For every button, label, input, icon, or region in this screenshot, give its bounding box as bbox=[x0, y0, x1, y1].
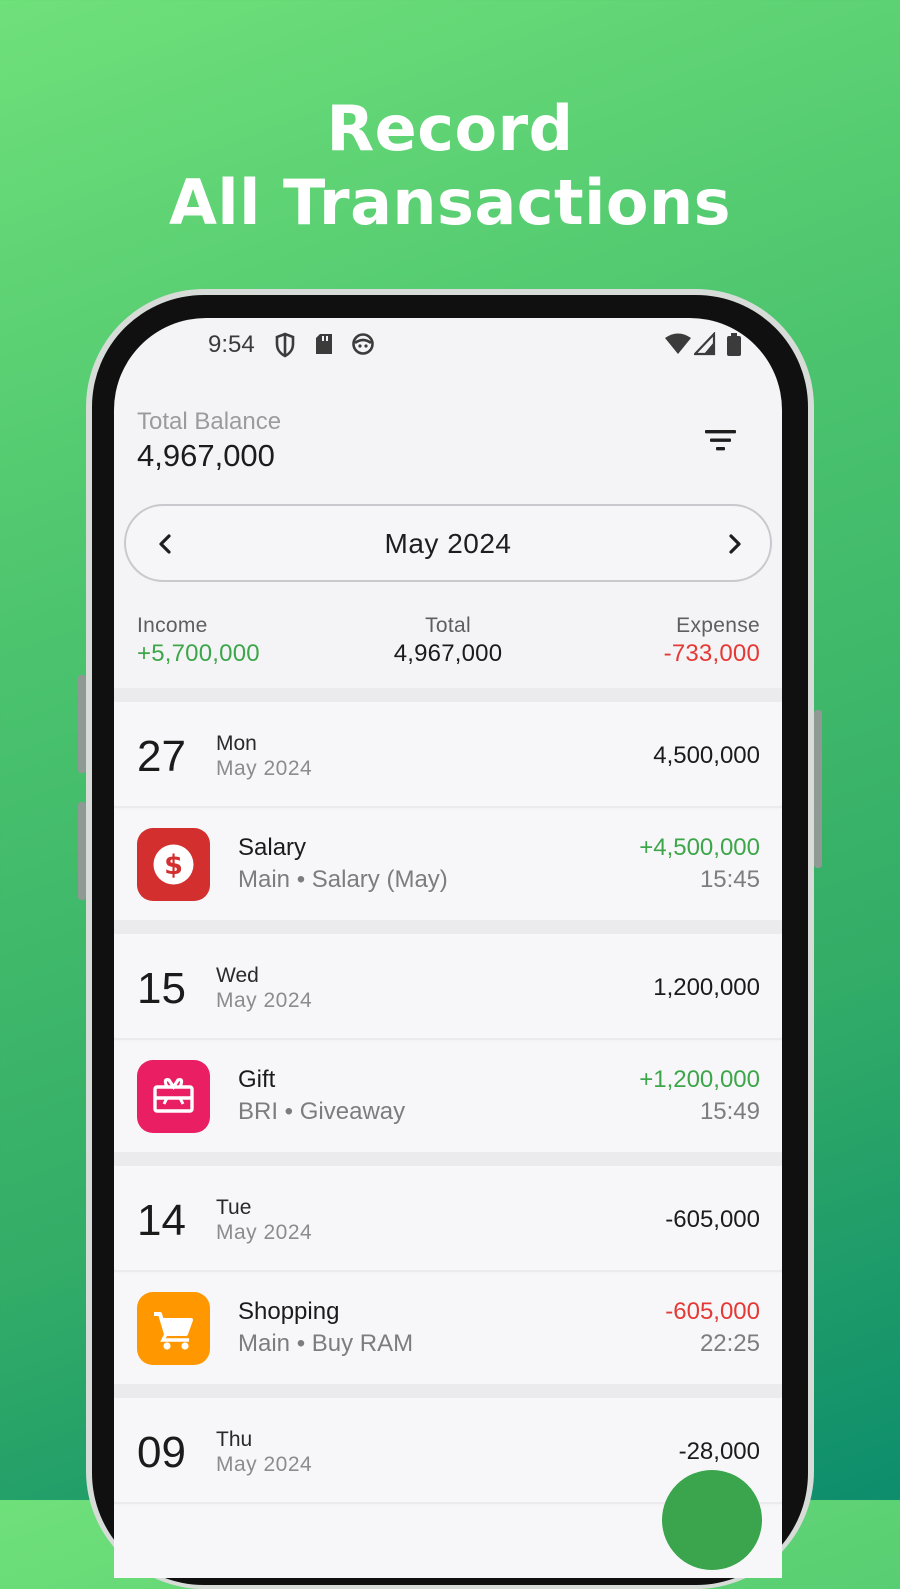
expense-value: -733,000 bbox=[663, 640, 760, 667]
section-divider bbox=[114, 688, 782, 702]
phone-volume-up-button bbox=[78, 675, 86, 773]
status-time: 9:54 bbox=[208, 331, 255, 358]
section-divider bbox=[114, 1152, 782, 1166]
day-number: 27 bbox=[137, 732, 186, 781]
headline-line-1: Record bbox=[326, 92, 574, 165]
transaction-amount: +1,200,000 bbox=[639, 1066, 760, 1093]
transaction-row-shopping[interactable]: Shopping Main • Buy RAM -605,000 22:25 bbox=[114, 1274, 782, 1384]
monthly-summary: Income +5,700,000 Total 4,967,000 Expens… bbox=[114, 614, 782, 688]
total-balance-value: 4,967,000 bbox=[137, 438, 275, 473]
filter-icon bbox=[698, 430, 744, 464]
day-month: May 2024 bbox=[216, 757, 313, 780]
day-total: -605,000 bbox=[665, 1206, 760, 1233]
transaction-time: 15:49 bbox=[699, 1098, 760, 1125]
transaction-subtitle: Main • Buy RAM bbox=[238, 1330, 414, 1357]
day-weekday: Tue bbox=[216, 1196, 252, 1219]
day-header: 15 Wed May 2024 1,200,000 bbox=[114, 934, 782, 1040]
day-month: May 2024 bbox=[216, 989, 313, 1012]
headline: Record All Transactions bbox=[0, 92, 900, 240]
next-month-button[interactable] bbox=[716, 526, 752, 562]
transaction-title: Shopping bbox=[238, 1298, 340, 1325]
status-bar: 9:54 bbox=[114, 318, 782, 374]
phone-power-button bbox=[814, 710, 822, 868]
day-weekday: Thu bbox=[216, 1428, 253, 1451]
day-total: -28,000 bbox=[678, 1438, 760, 1465]
transaction-row-salary[interactable]: $ Salary Main • Salary (May) +4,500,000 … bbox=[114, 810, 782, 920]
transaction-amount: -605,000 bbox=[665, 1298, 760, 1325]
gift-category-icon bbox=[137, 1060, 210, 1133]
signal-icon bbox=[692, 331, 716, 361]
transaction-row-gift[interactable]: Gift BRI • Giveaway +1,200,000 15:49 bbox=[114, 1042, 782, 1152]
day-total: 1,200,000 bbox=[653, 974, 760, 1001]
add-transaction-fab[interactable] bbox=[662, 1470, 762, 1570]
wifi-icon bbox=[664, 332, 692, 361]
section-divider bbox=[114, 1384, 782, 1398]
day-weekday: Mon bbox=[216, 732, 257, 755]
transaction-time: 15:45 bbox=[699, 866, 760, 893]
transaction-time: 22:25 bbox=[699, 1330, 760, 1357]
transaction-title: Salary bbox=[238, 834, 307, 861]
month-selector: May 2024 bbox=[124, 504, 772, 582]
day-header: 27 Mon May 2024 4,500,000 bbox=[114, 702, 782, 808]
salary-category-icon: $ bbox=[137, 828, 210, 901]
day-header: 14 Tue May 2024 -605,000 bbox=[114, 1166, 782, 1272]
chevron-right-icon bbox=[716, 534, 752, 566]
section-divider bbox=[114, 920, 782, 934]
sd-card-icon bbox=[314, 332, 334, 361]
total-balance-label: Total Balance bbox=[137, 408, 282, 435]
shield-icon bbox=[274, 332, 296, 363]
filter-button[interactable] bbox=[698, 424, 744, 460]
phone-volume-down-button bbox=[78, 802, 86, 900]
face-icon bbox=[351, 332, 375, 361]
month-label: May 2024 bbox=[384, 528, 512, 559]
day-number: 09 bbox=[137, 1428, 186, 1477]
app-screen: 9:54 Total Balance 4,967,000 May 2024 In… bbox=[114, 318, 782, 1578]
shopping-category-icon bbox=[137, 1292, 210, 1365]
expense-label: Expense bbox=[676, 614, 760, 637]
day-number: 15 bbox=[137, 964, 186, 1013]
transaction-subtitle: BRI • Giveaway bbox=[238, 1098, 406, 1125]
transaction-amount: +4,500,000 bbox=[639, 834, 760, 861]
svg-text:$: $ bbox=[164, 850, 183, 881]
day-total: 4,500,000 bbox=[653, 742, 760, 769]
day-month: May 2024 bbox=[216, 1453, 313, 1476]
battery-icon bbox=[726, 332, 742, 363]
day-number: 14 bbox=[137, 1196, 186, 1245]
transaction-title: Gift bbox=[238, 1066, 276, 1093]
transaction-subtitle: Main • Salary (May) bbox=[238, 866, 448, 893]
day-weekday: Wed bbox=[216, 964, 259, 987]
day-month: May 2024 bbox=[216, 1221, 313, 1244]
headline-line-2: All Transactions bbox=[168, 166, 732, 239]
